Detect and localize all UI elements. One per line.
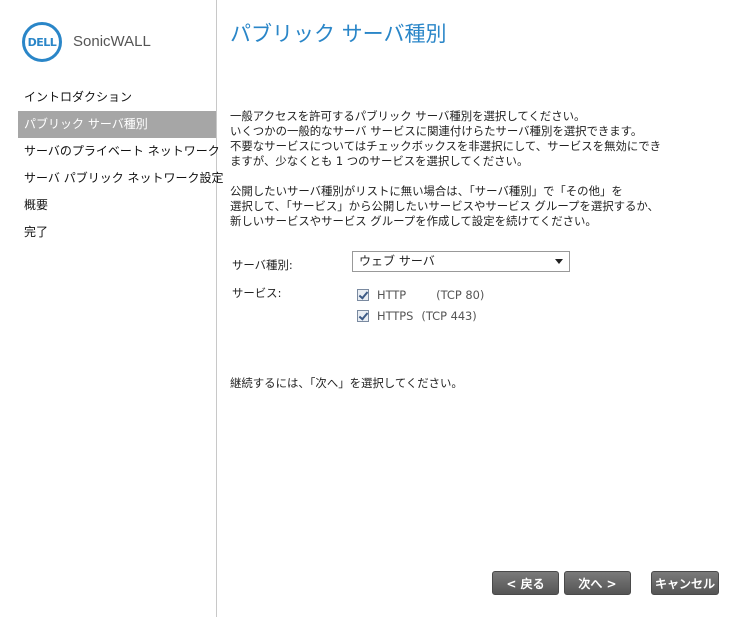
https-checkbox[interactable] (357, 310, 369, 322)
dell-sonicwall-logo: DELL SonicWALL (22, 22, 212, 68)
page-title: パブリック サーバ種別 (230, 22, 447, 46)
description-line: 一般アクセスを許可するパブリック サーバ種別を選択してください。 (230, 109, 586, 123)
sidebar-item-complete[interactable]: 完了 (0, 219, 216, 246)
service-row-http: HTTP (TCP 80) (357, 287, 484, 303)
description-line: ますが、少なくとも 1 つのサービスを選択してください。 (230, 154, 529, 168)
server-type-value: ウェブ サーバ (359, 254, 435, 268)
sidebar-item-public-server-type[interactable]: パブリック サーバ種別 (18, 111, 216, 138)
next-button[interactable]: 次へ > (564, 571, 631, 595)
other-type-paragraph: 公開したいサーバ種別がリストに無い場合は、「サーバ種別」で「その他」を 選択して… (230, 184, 740, 229)
chevron-down-icon (555, 259, 563, 264)
sidebar-item-summary[interactable]: 概要 (0, 192, 216, 219)
http-checkbox[interactable] (357, 289, 369, 301)
logo-product-text: SonicWALL (73, 33, 151, 50)
server-type-select[interactable]: ウェブ サーバ (352, 251, 570, 272)
service-name: HTTPS (377, 309, 414, 323)
back-button[interactable]: < 戻る (492, 571, 559, 595)
main-panel: パブリック サーバ種別 一般アクセスを許可するパブリック サーバ種別を選択してく… (218, 0, 754, 617)
server-type-label: サーバ種別: (232, 258, 293, 272)
logo-dell-text: DELL (27, 35, 57, 49)
description-paragraph: 一般アクセスを許可するパブリック サーバ種別を選択してください。 いくつかの一般… (230, 109, 740, 169)
description-line: 不要なサービスについてはチェックボックスを非選択にして、サービスを無効にでき (230, 139, 662, 153)
service-name: HTTP (377, 288, 407, 302)
service-row-https: HTTPS (TCP 443) (357, 308, 477, 324)
sidebar-item-introduction[interactable]: イントロダクション (0, 84, 216, 111)
service-port: (TCP 80) (436, 288, 485, 302)
dell-logo-icon: DELL (22, 22, 62, 62)
description-line: 公開したいサーバ種別がリストに無い場合は、「サーバ種別」で「その他」を (230, 184, 623, 198)
sidebar-item-server-public-network[interactable]: サーバ パブリック ネットワーク設定 (0, 165, 224, 192)
service-port: (TCP 443) (421, 309, 477, 323)
continue-instruction: 継続するには、「次へ」を選択してください。 (230, 376, 463, 390)
wizard-steps: イントロダクション パブリック サーバ種別 サーバのプライベート ネットワーク … (0, 84, 224, 246)
service-label: サービス: (232, 286, 282, 300)
cancel-button[interactable]: キャンセル (651, 571, 719, 595)
sidebar: DELL SonicWALL イントロダクション パブリック サーバ種別 サーバ… (0, 0, 224, 617)
description-line: いくつかの一般的なサーバ サービスに関連付けらたサーバ種別を選択できます。 (230, 124, 643, 138)
sidebar-item-server-private-network[interactable]: サーバのプライベート ネットワーク (0, 138, 220, 165)
description-line: 選択して、「サービス」から公開したいサービスやサービス グループを選択するか、 (230, 199, 659, 213)
description-line: 新しいサービスやサービス グループを作成して設定を続けてください。 (230, 214, 597, 228)
